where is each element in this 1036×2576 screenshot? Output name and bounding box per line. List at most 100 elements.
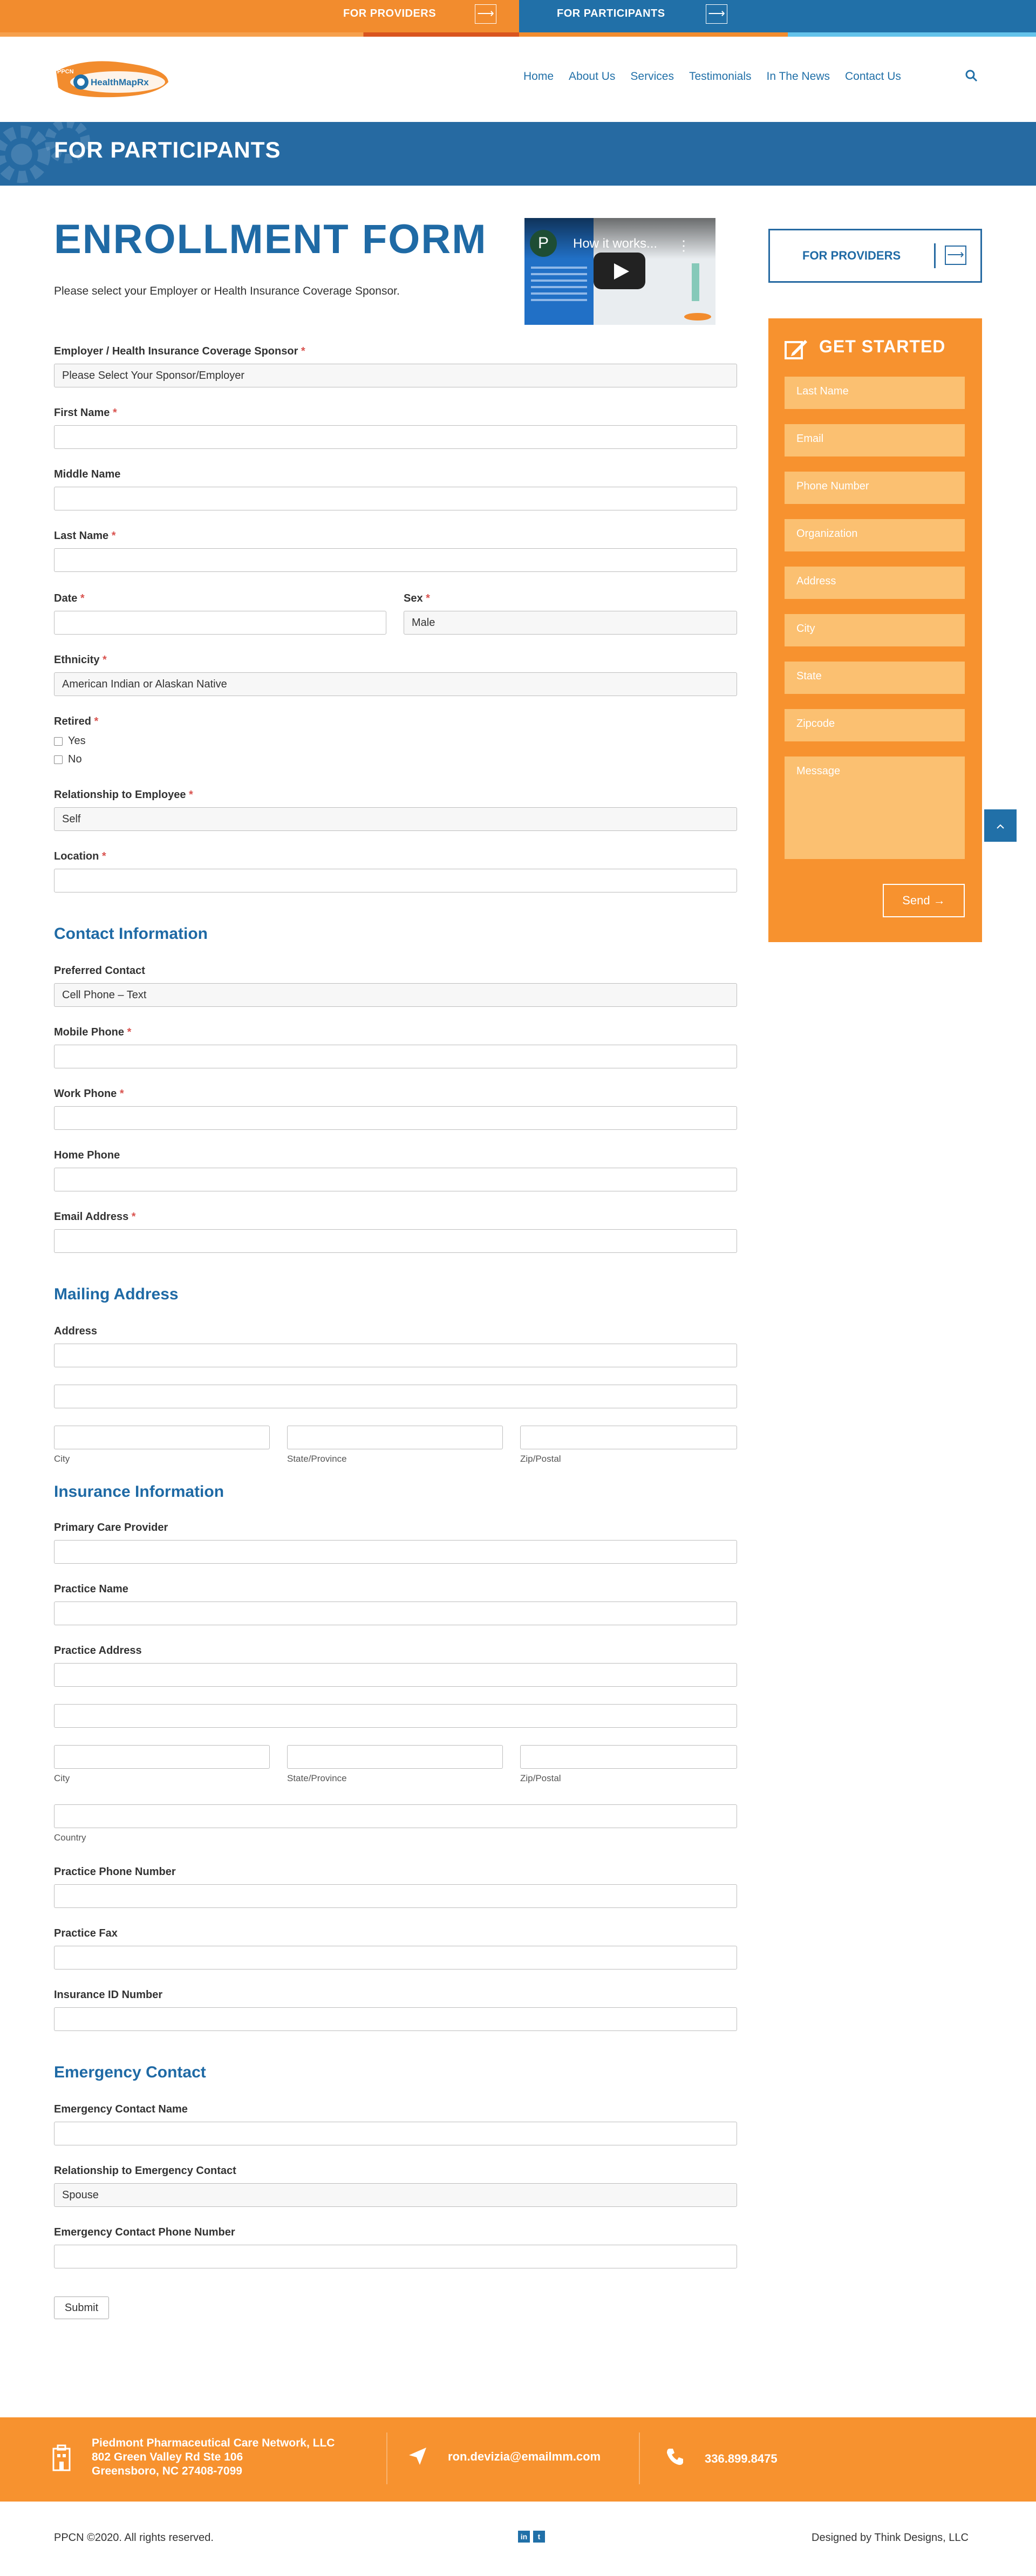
state-input[interactable]: [287, 1426, 503, 1449]
for-providers-link[interactable]: FOR PROVIDERS: [343, 8, 436, 20]
city-input[interactable]: [54, 1426, 270, 1449]
ethnicity-select[interactable]: American Indian or Alaskan Native: [54, 672, 737, 696]
ec-name-input[interactable]: [54, 2122, 737, 2145]
middle-name-input[interactable]: [54, 487, 737, 510]
city-field[interactable]: City: [785, 614, 965, 646]
practice-name-input[interactable]: [54, 1602, 737, 1625]
ec-name-label: Emergency Contact Name: [54, 2103, 188, 2115]
page-title: FOR PARTICIPANTS: [54, 137, 281, 162]
for-participants-link[interactable]: FOR PARTICIPANTS: [557, 8, 665, 20]
footer-bottom: PPCN ©2020. All rights reserved. in t De…: [0, 2502, 1036, 2576]
designer-credit[interactable]: Designed by Think Designs, LLC: [812, 2532, 969, 2544]
nav-home[interactable]: Home: [523, 70, 554, 83]
first-name-label: First Name *: [54, 407, 117, 419]
home-phone-input[interactable]: [54, 1168, 737, 1191]
for-providers-button[interactable]: FOR PROVIDERS ⟶: [768, 229, 982, 283]
nav-contact-us[interactable]: Contact Us: [845, 70, 901, 83]
practice-country-input[interactable]: [54, 1804, 737, 1828]
channel-avatar[interactable]: P: [530, 230, 557, 257]
footer-email[interactable]: ron.devizia@emailmm.com: [448, 2450, 601, 2464]
practice-address-line2-input[interactable]: [54, 1704, 737, 1728]
practice-fax-input[interactable]: [54, 1946, 737, 1970]
city-sublabel: City: [54, 1454, 70, 1464]
for-providers-bar[interactable]: FOR PROVIDERS ⟶: [0, 0, 519, 37]
preferred-contact-select[interactable]: Cell Phone – Text: [54, 983, 737, 1007]
email-input[interactable]: [54, 1229, 737, 1253]
pcp-input[interactable]: [54, 1540, 737, 1564]
submit-button[interactable]: Submit: [54, 2296, 109, 2319]
more-vert-icon[interactable]: ⋮: [677, 237, 691, 254]
retired-yes-checkbox[interactable]: Yes: [54, 735, 86, 747]
ethnicity-label: Ethnicity *: [54, 654, 107, 666]
mobile-phone-input[interactable]: [54, 1045, 737, 1068]
insurance-id-label: Insurance ID Number: [54, 1989, 163, 2001]
play-icon[interactable]: [594, 253, 645, 289]
last-name-input[interactable]: [54, 548, 737, 572]
video-title[interactable]: How it works...: [573, 236, 657, 251]
practice-address-label: Practice Address: [54, 1645, 142, 1657]
home-phone-label: Home Phone: [54, 1149, 120, 1161]
practice-phone-label: Practice Phone Number: [54, 1866, 176, 1878]
practice-address-line1-input[interactable]: [54, 1663, 737, 1687]
divider: [386, 2432, 387, 2484]
location-input[interactable]: [54, 869, 737, 892]
footer-phone[interactable]: 336.899.8475: [705, 2452, 778, 2466]
sex-select[interactable]: Male: [404, 611, 737, 635]
location-label: Location *: [54, 850, 106, 862]
address-field[interactable]: Address: [785, 567, 965, 599]
email-label: Email Address *: [54, 1211, 136, 1223]
practice-state-input[interactable]: [287, 1745, 503, 1769]
address-line1-input[interactable]: [54, 1344, 737, 1367]
nav-testimonials[interactable]: Testimonials: [689, 70, 752, 83]
scroll-to-top-button[interactable]: [984, 809, 1017, 842]
twitter-icon[interactable]: t: [533, 2531, 545, 2543]
relationship-label: Relationship to Employee *: [54, 789, 193, 801]
insurance-id-input[interactable]: [54, 2007, 737, 2031]
arrow-right-icon[interactable]: ⟶: [475, 4, 496, 24]
practice-city-input[interactable]: [54, 1745, 270, 1769]
first-name-input[interactable]: [54, 425, 737, 449]
site-logo[interactable]: PPCN HealthMapRx: [54, 58, 170, 99]
country-sublabel: Country: [54, 1832, 86, 1843]
address-line2-input[interactable]: [54, 1385, 737, 1408]
last-name-field[interactable]: Last Name: [785, 377, 965, 409]
for-providers-label[interactable]: FOR PROVIDERS: [802, 249, 901, 263]
divider: [639, 2432, 640, 2484]
footer-contact-bar: Piedmont Pharmaceutical Care Network, LL…: [0, 2417, 1036, 2502]
practice-phone-input[interactable]: [54, 1884, 737, 1908]
edit-icon: [785, 340, 807, 359]
organization-field[interactable]: Organization: [785, 519, 965, 551]
nav-services[interactable]: Services: [630, 70, 674, 83]
insurance-section-heading: Insurance Information: [54, 1483, 224, 1501]
search-icon[interactable]: [965, 69, 978, 82]
video-logo: [684, 313, 711, 321]
message-field[interactable]: Message: [785, 757, 965, 859]
ec-relationship-select[interactable]: Spouse: [54, 2183, 737, 2207]
video-embed[interactable]: P How it works... ⋮: [524, 218, 715, 325]
date-input[interactable]: [54, 611, 386, 635]
practice-name-label: Practice Name: [54, 1583, 128, 1595]
preferred-contact-label: Preferred Contact: [54, 965, 145, 977]
relationship-select[interactable]: Self: [54, 807, 737, 831]
practice-zip-input[interactable]: [520, 1745, 737, 1769]
linkedin-icon[interactable]: in: [518, 2531, 530, 2543]
email-field[interactable]: Email: [785, 424, 965, 456]
send-button[interactable]: Send →: [883, 884, 965, 917]
nav-about-us[interactable]: About Us: [569, 70, 615, 83]
state-sublabel: State/Province: [287, 1454, 347, 1464]
contact-section-heading: Contact Information: [54, 925, 208, 943]
zipcode-field[interactable]: Zipcode: [785, 709, 965, 741]
nav-in-the-news[interactable]: In The News: [767, 70, 830, 83]
zip-input[interactable]: [520, 1426, 737, 1449]
ec-phone-input[interactable]: [54, 2245, 737, 2268]
state-field[interactable]: State: [785, 662, 965, 694]
work-phone-input[interactable]: [54, 1106, 737, 1130]
for-participants-bar[interactable]: FOR PARTICIPANTS ⟶: [519, 0, 1036, 37]
form-subtitle: Please select your Employer or Health In…: [54, 285, 400, 297]
phone-number-field[interactable]: Phone Number: [785, 472, 965, 504]
retired-no-checkbox[interactable]: No: [54, 753, 82, 766]
arrow-right-icon[interactable]: ⟶: [945, 246, 966, 265]
mobile-phone-label: Mobile Phone *: [54, 1026, 132, 1038]
sponsor-select[interactable]: Please Select Your Sponsor/Employer: [54, 364, 737, 387]
arrow-right-icon[interactable]: ⟶: [706, 4, 727, 24]
